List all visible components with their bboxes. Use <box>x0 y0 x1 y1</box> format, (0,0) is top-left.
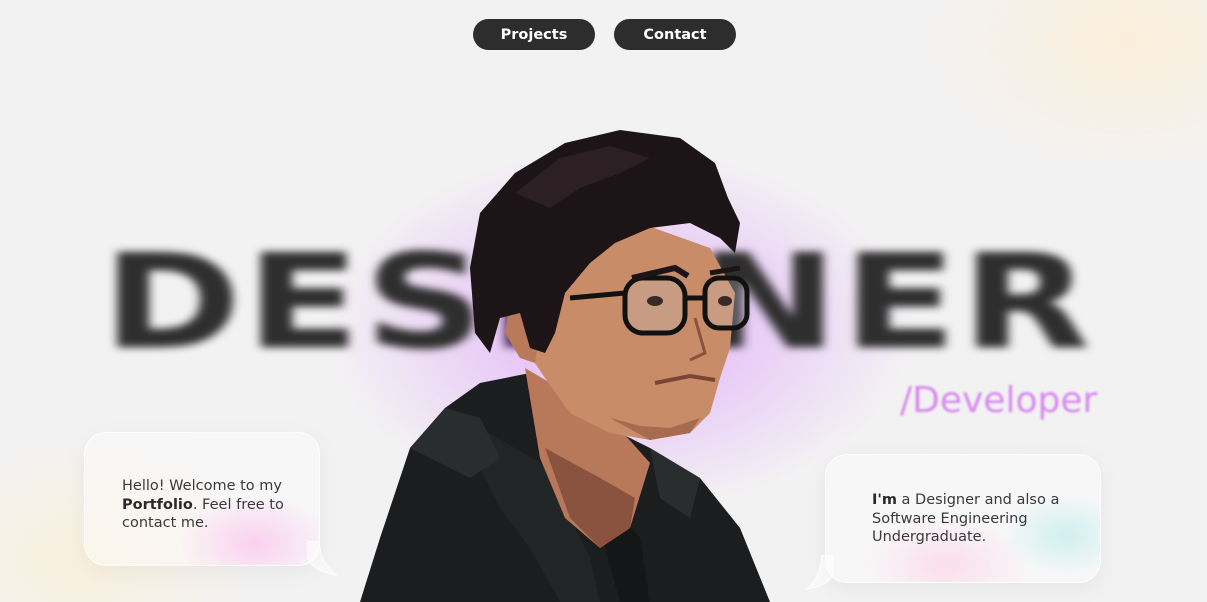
contact-button[interactable]: Contact <box>614 19 736 50</box>
top-nav: Projects Contact <box>0 19 1207 50</box>
welcome-bubble: Hello! Welcome to my Portfolio. Feel fre… <box>84 432 338 576</box>
projects-button[interactable]: Projects <box>473 19 595 50</box>
hero-subtitle: /Developer <box>900 380 1098 421</box>
about-text: I'm a Designer and also a Software Engin… <box>872 491 1072 547</box>
welcome-text-pre: Hello! Welcome to my <box>122 478 282 494</box>
welcome-text: Hello! Welcome to my Portfolio. Feel fre… <box>122 477 302 533</box>
about-bubble: I'm a Designer and also a Software Engin… <box>804 454 1101 590</box>
portrait-illustration <box>360 130 770 602</box>
bubble-tail-icon <box>804 555 834 590</box>
bubble-tail-icon <box>307 541 338 576</box>
about-text-post: a Designer and also a Software Engineeri… <box>872 492 1060 545</box>
welcome-text-bold: Portfolio <box>122 496 193 513</box>
about-text-bold: I'm <box>872 492 897 508</box>
